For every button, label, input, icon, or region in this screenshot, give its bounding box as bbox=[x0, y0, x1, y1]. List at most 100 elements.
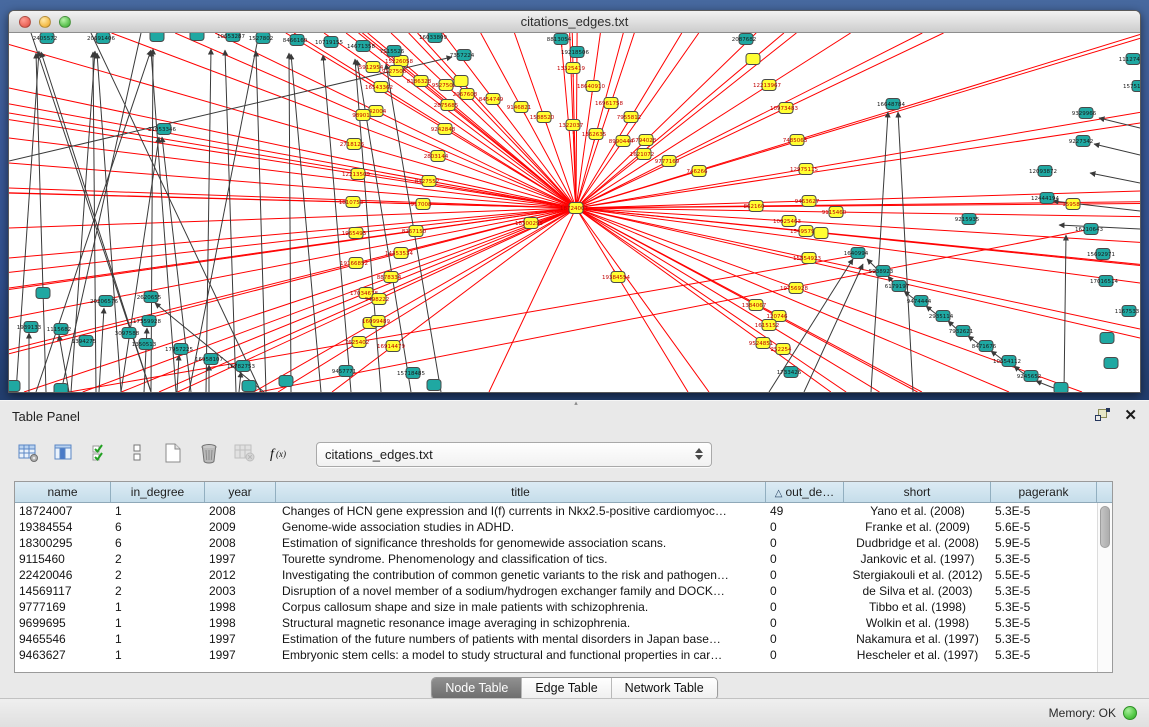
graph-node[interactable]: 2405572 bbox=[33, 33, 58, 44]
graph-node[interactable]: 8454749 bbox=[479, 94, 504, 105]
cell-name[interactable]: 9465546 bbox=[15, 631, 111, 647]
graph-node[interactable]: 15958 bbox=[1062, 199, 1080, 210]
float-panel-icon[interactable] bbox=[1095, 409, 1110, 423]
graph-node[interactable]: 16914479 bbox=[377, 341, 405, 352]
new-table-button[interactable] bbox=[158, 439, 188, 469]
cell-pagerank[interactable]: 5.3E-5 bbox=[991, 599, 1097, 615]
cell-out_degree[interactable]: 0 bbox=[766, 535, 844, 551]
graph-node[interactable]: 9463627 bbox=[795, 196, 820, 207]
table-row[interactable]: 977716911998Corpus callosum shape and si… bbox=[15, 599, 1097, 615]
graph-node[interactable]: 1115682 bbox=[47, 324, 72, 335]
graph-node[interactable]: 252254 bbox=[771, 344, 792, 355]
graph-node[interactable]: 7357224 bbox=[450, 50, 475, 61]
cell-out_degree[interactable]: 0 bbox=[766, 583, 844, 599]
column-header-pagerank[interactable]: pagerank bbox=[991, 482, 1097, 502]
graph-node[interactable]: 1733426 bbox=[777, 367, 802, 378]
table-row[interactable]: 1872400712008Changes of HCN gene express… bbox=[15, 503, 1097, 519]
cell-title[interactable]: Changes of HCN gene expression and I(f) … bbox=[276, 503, 766, 519]
column-header-in_degree[interactable]: in_degree bbox=[111, 482, 205, 502]
graph-node[interactable]: 1640994 bbox=[844, 248, 869, 259]
cell-in_degree[interactable]: 1 bbox=[111, 631, 205, 647]
graph-node[interactable]: 9215935 bbox=[955, 214, 980, 225]
graph-node[interactable]: 9245652 bbox=[1017, 371, 1042, 382]
graph-node[interactable]: 18640910 bbox=[577, 81, 605, 92]
cell-title[interactable]: Genome-wide association studies in ADHD. bbox=[276, 519, 766, 535]
column-header-title[interactable]: title bbox=[276, 482, 766, 502]
graph-node[interactable]: 16961758 bbox=[595, 98, 623, 109]
cell-title[interactable]: Structural magnetic resonance image aver… bbox=[276, 615, 766, 631]
graph-node[interactable]: 7515526 bbox=[380, 46, 405, 57]
graph-node[interactable]: 15718485 bbox=[397, 368, 425, 379]
graph-node[interactable]: 8466160 bbox=[283, 35, 308, 46]
column-header-name[interactable]: name bbox=[15, 482, 111, 502]
cell-year[interactable]: 2008 bbox=[205, 503, 276, 519]
cell-name[interactable]: 9463627 bbox=[15, 647, 111, 663]
cell-year[interactable]: 2009 bbox=[205, 519, 276, 535]
column-header-year[interactable]: year bbox=[205, 482, 276, 502]
cell-in_degree[interactable]: 1 bbox=[111, 615, 205, 631]
network-canvas[interactable]: 1872400718300295193845549242848280314484… bbox=[9, 33, 1140, 392]
cell-short[interactable]: Dudbridge et al. (2008) bbox=[844, 535, 991, 551]
graph-node[interactable] bbox=[454, 76, 468, 87]
cell-pagerank[interactable]: 5.3E-5 bbox=[991, 615, 1097, 631]
citation-graph[interactable]: 1872400718300295193845549242848280314484… bbox=[9, 33, 1140, 392]
table-scrollbar-thumb[interactable] bbox=[1100, 506, 1110, 548]
cell-title[interactable]: Estimation of the future numbers of pati… bbox=[276, 631, 766, 647]
graph-node[interactable]: 10025463 bbox=[773, 216, 801, 227]
cell-pagerank[interactable]: 5.3E-5 bbox=[991, 647, 1097, 663]
cell-in_degree[interactable]: 2 bbox=[111, 583, 205, 599]
graph-node[interactable]: 3097588 bbox=[115, 328, 140, 339]
graph-node[interactable]: 17359928 bbox=[133, 316, 161, 327]
graph-node[interactable]: 10654112 bbox=[993, 356, 1021, 367]
cell-in_degree[interactable]: 6 bbox=[111, 519, 205, 535]
cell-out_degree[interactable]: 0 bbox=[766, 519, 844, 535]
cell-name[interactable]: 9115460 bbox=[15, 551, 111, 567]
close-panel-icon[interactable]: ✕ bbox=[1124, 409, 1137, 423]
graph-node[interactable] bbox=[9, 381, 20, 392]
cell-year[interactable]: 2003 bbox=[205, 583, 276, 599]
cell-name[interactable]: 18724007 bbox=[15, 503, 111, 519]
graph-node[interactable]: 12213967 bbox=[753, 80, 781, 91]
delete-table-button[interactable] bbox=[194, 439, 224, 469]
cell-out_degree[interactable]: 0 bbox=[766, 567, 844, 583]
table-row[interactable]: 2242004622012Investigating the contribut… bbox=[15, 567, 1097, 583]
cell-pagerank[interactable]: 5.3E-5 bbox=[991, 583, 1097, 599]
graph-node[interactable] bbox=[279, 376, 293, 387]
cell-name[interactable]: 9777169 bbox=[15, 599, 111, 615]
graph-node[interactable]: 1112747 bbox=[1119, 54, 1140, 65]
table-row[interactable]: 946362711997Embryonic stem cells: a mode… bbox=[15, 647, 1097, 663]
graph-node[interactable]: 19218506 bbox=[561, 47, 589, 58]
graph-node[interactable]: 15751074 bbox=[1123, 81, 1140, 92]
table-row[interactable]: 946554611997Estimation of the future num… bbox=[15, 631, 1097, 647]
cell-short[interactable]: Jankovic et al. (1997) bbox=[844, 551, 991, 567]
cell-title[interactable]: Estimation of significance thresholds fo… bbox=[276, 535, 766, 551]
graph-node[interactable]: 19166852 bbox=[340, 258, 368, 269]
graph-node[interactable]: 1350513 bbox=[132, 339, 157, 350]
graph-node[interactable]: 5938923 bbox=[869, 266, 894, 277]
graph-node[interactable]: 16782753 bbox=[227, 361, 255, 372]
minimize-window-button[interactable] bbox=[39, 16, 51, 28]
cell-pagerank[interactable]: 5.3E-5 bbox=[991, 551, 1097, 567]
tab-network-table[interactable]: Network Table bbox=[611, 678, 717, 699]
column-header-short[interactable]: short bbox=[844, 482, 991, 502]
graph-node[interactable]: 17957225 bbox=[165, 344, 193, 355]
graph-node[interactable]: 2718126 bbox=[340, 139, 365, 150]
graph-node[interactable]: 1322037 bbox=[559, 120, 584, 131]
cell-short[interactable]: de Silva et al. (2003) bbox=[844, 583, 991, 599]
graph-node[interactable]: 16210643 bbox=[1075, 224, 1103, 235]
graph-node[interactable]: 1384067 bbox=[742, 300, 767, 311]
cell-short[interactable]: Hescheler et al. (1997) bbox=[844, 647, 991, 663]
graph-node[interactable]: 5912954 bbox=[359, 62, 384, 73]
graph-node[interactable]: 1362635 bbox=[582, 129, 607, 140]
graph-node[interactable]: 14353534 bbox=[385, 248, 413, 259]
graph-node[interactable]: 1615152 bbox=[755, 320, 780, 331]
graph-node[interactable] bbox=[190, 33, 204, 41]
graph-node[interactable] bbox=[150, 33, 164, 42]
cell-in_degree[interactable]: 2 bbox=[111, 551, 205, 567]
graph-node[interactable]: 1810753 bbox=[339, 197, 364, 208]
tab-node-table[interactable]: Node Table bbox=[432, 678, 521, 699]
graph-node[interactable]: 10653287 bbox=[217, 33, 245, 42]
cell-title[interactable]: Embryonic stem cells: a model to study s… bbox=[276, 647, 766, 663]
graph-node[interactable]: 2935114 bbox=[929, 311, 954, 322]
table-scrollbar[interactable] bbox=[1097, 503, 1112, 672]
